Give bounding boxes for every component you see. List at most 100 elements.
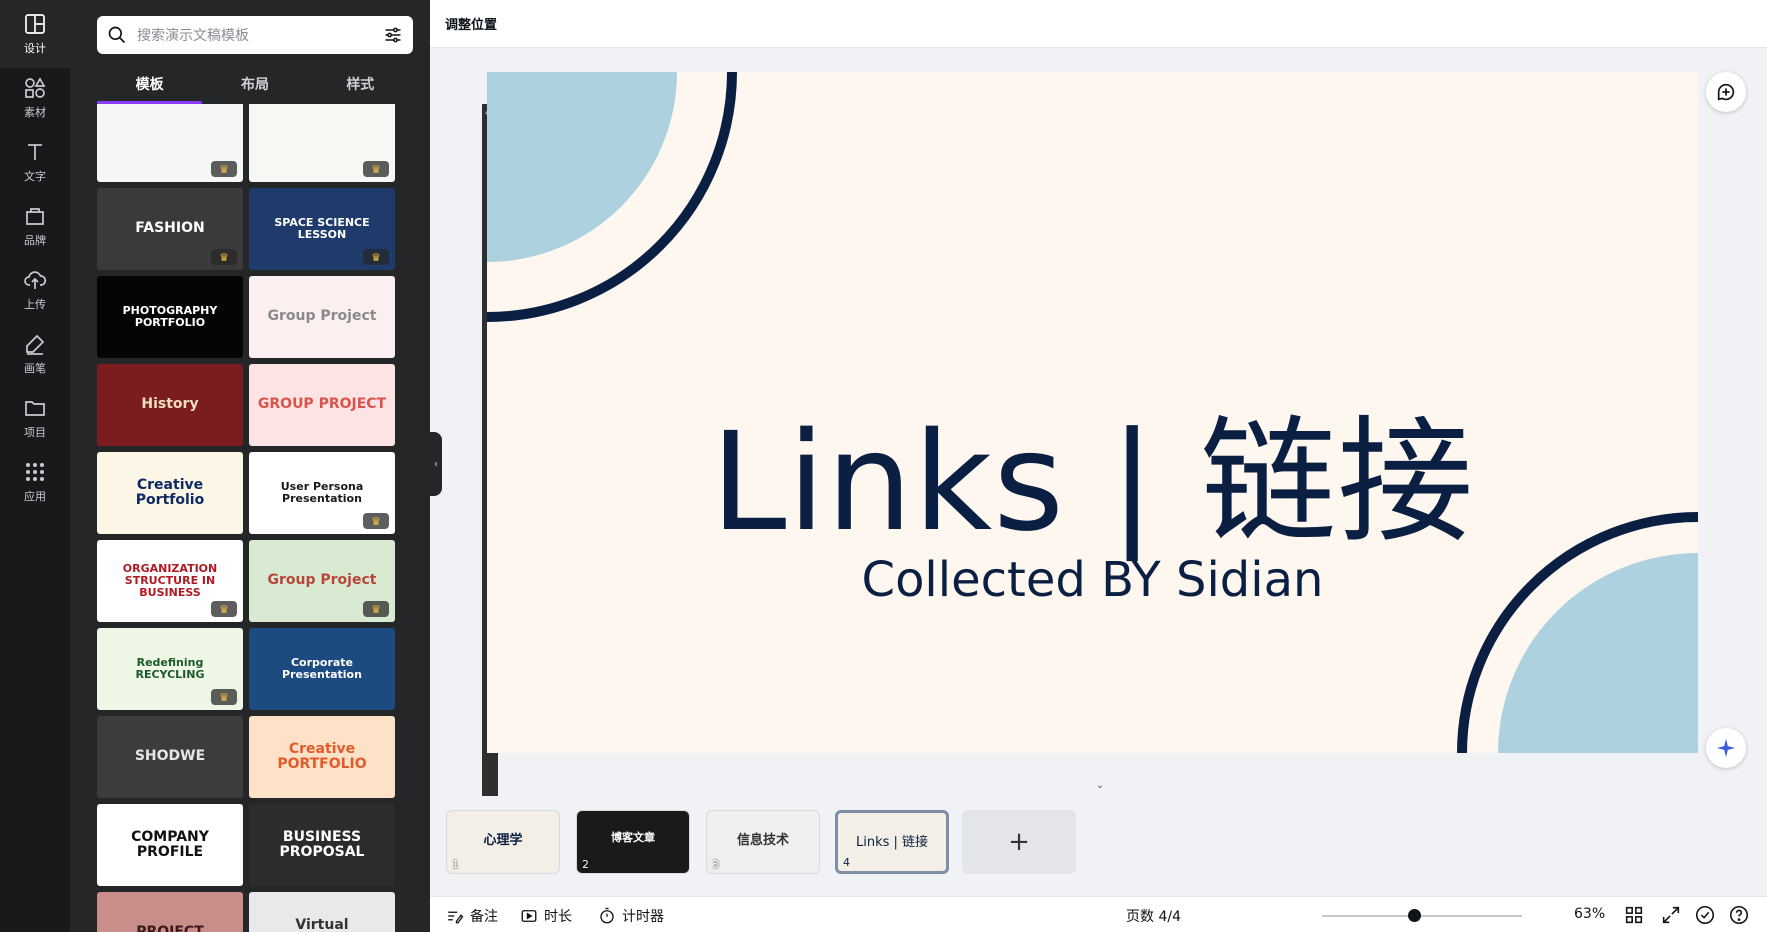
check-button[interactable] bbox=[1694, 904, 1716, 926]
slide-subtitle[interactable]: Collected BY Sidian bbox=[487, 552, 1698, 608]
check-circle-icon bbox=[1695, 905, 1715, 925]
template-title: Creative Portfolio bbox=[135, 476, 205, 508]
timer-label: 计时器 bbox=[622, 909, 664, 925]
slide-canvas[interactable]: Links | 链接 Collected BY Sidian bbox=[487, 72, 1698, 753]
template-title: ORGANIZATION STRUCTURE IN BUSINESS bbox=[122, 561, 218, 600]
adjust-position-button[interactable]: 调整位置 bbox=[445, 14, 497, 33]
template-title: Group Project bbox=[267, 572, 377, 589]
template-thumbnail[interactable]: ORGANIZATION STRUCTURE IN BUSINESS ♛ bbox=[97, 540, 243, 622]
rail-item-design[interactable]: 设计 bbox=[0, 0, 70, 68]
brand-icon bbox=[26, 208, 44, 225]
crown-icon: ♛ bbox=[211, 249, 237, 265]
template-grid: ♛ ♛ FASHION ♛ SPACE SCIENCE LESSON ♛ PHOTOGRAP… bbox=[97, 104, 405, 932]
page-thumb-active[interactable]: Links | 链接 4 bbox=[835, 810, 949, 874]
crown-icon: ♛ bbox=[211, 161, 237, 177]
notes-button[interactable]: 备注 bbox=[446, 906, 498, 926]
comment-button[interactable] bbox=[1706, 72, 1746, 112]
template-thumbnail[interactable]: History bbox=[97, 364, 243, 446]
draw-icon bbox=[26, 334, 45, 355]
text-icon bbox=[28, 144, 42, 160]
template-thumbnail[interactable]: PHOTOGRAPHY PORTFOLIO bbox=[97, 276, 243, 358]
rail-item-draw[interactable]: 画笔 bbox=[0, 320, 70, 388]
rail-item-upload[interactable]: 上传 bbox=[0, 256, 70, 324]
template-thumbnail[interactable]: User Persona Presentation ♛ bbox=[249, 452, 395, 534]
template-title: Redefining RECYCLING bbox=[135, 655, 205, 681]
fullscreen-button[interactable] bbox=[1660, 904, 1682, 926]
template-thumbnail[interactable]: ♛ bbox=[249, 104, 395, 182]
panel-tabs: 模板 布局 样式 bbox=[97, 68, 413, 104]
page-thumb-label: Links | 链接 bbox=[855, 835, 929, 850]
tab-layouts[interactable]: 布局 bbox=[202, 68, 307, 104]
page-indicator-label: 页数 4/4 bbox=[1126, 909, 1181, 925]
rail-label: 品牌 bbox=[24, 234, 46, 247]
template-thumbnail[interactable]: COMPANY PROFILE bbox=[97, 804, 243, 886]
grid-view-button[interactable] bbox=[1623, 904, 1645, 926]
apps-icon bbox=[26, 463, 44, 481]
template-title: Creative PORTFOLIO bbox=[277, 740, 367, 772]
template-title: SHODWE bbox=[134, 748, 206, 765]
search-input[interactable]: 搜索演示文稿模板 bbox=[137, 25, 383, 45]
editor-bottombar: 备注 时长 计时器 页数 4/4 63% bbox=[430, 896, 1767, 932]
crown-icon: ♛ bbox=[363, 513, 389, 529]
editor-topbar: 调整位置 bbox=[430, 0, 1767, 48]
template-thumbnail[interactable]: Group Project bbox=[249, 276, 395, 358]
template-thumbnail[interactable]: SPACE SCIENCE LESSON ♛ bbox=[249, 188, 395, 270]
zoom-slider-handle[interactable] bbox=[1408, 909, 1421, 922]
template-title: FASHION bbox=[135, 220, 205, 237]
chevron-down-icon[interactable]: ⌄ bbox=[1080, 780, 1120, 796]
template-thumbnail[interactable]: Group Project ♛ bbox=[249, 540, 395, 622]
rail-label: 应用 bbox=[24, 490, 46, 503]
decor-circle-top-left bbox=[487, 72, 677, 262]
template-thumbnail[interactable]: Redefining RECYCLING ♛ bbox=[97, 628, 243, 710]
template-thumbnail[interactable]: SHODWE bbox=[97, 716, 243, 798]
page-thumb-label: 信息技术 bbox=[736, 833, 789, 848]
duration-button[interactable]: 时长 bbox=[520, 906, 572, 926]
add-page-button[interactable]: + bbox=[962, 810, 1076, 874]
upload-icon bbox=[24, 271, 47, 289]
page-thumb[interactable]: 信息技术 3 bbox=[706, 810, 820, 874]
rail-label: 设计 bbox=[24, 42, 46, 55]
template-thumbnail[interactable]: PROJECT bbox=[97, 892, 243, 932]
zoom-slider[interactable] bbox=[1322, 915, 1522, 917]
page-indicator: 页数 4/4 bbox=[1126, 906, 1181, 926]
add-comment-icon bbox=[1717, 83, 1735, 101]
collapse-panel-button[interactable]: ‹ bbox=[430, 432, 442, 496]
template-title: History bbox=[141, 396, 199, 413]
template-thumbnail[interactable]: Creative PORTFOLIO bbox=[249, 716, 395, 798]
template-thumbnail[interactable]: Creative Portfolio bbox=[97, 452, 243, 534]
chevron-left-icon: ‹ bbox=[434, 458, 438, 470]
page-thumb[interactable]: 心理学 1 bbox=[446, 810, 560, 874]
rail-item-apps[interactable]: 应用 bbox=[0, 448, 70, 516]
template-thumbnail[interactable]: Virtual Technology bbox=[249, 892, 395, 932]
rail-item-elements[interactable]: 素材 bbox=[0, 64, 70, 132]
rail-item-text[interactable]: 文字 bbox=[0, 128, 70, 196]
zoom-percent-button[interactable]: 63% bbox=[1574, 906, 1605, 922]
search-icon bbox=[108, 26, 126, 44]
crown-icon: ♛ bbox=[211, 689, 237, 705]
zoom-level: 63% bbox=[1574, 906, 1606, 922]
template-panel: 搜索演示文稿模板 模板 布局 样式 ♛ ♛ FASHION ♛ SPACE SCIENC… bbox=[70, 0, 498, 932]
template-thumbnail[interactable]: BUSINESS PROPOSAL bbox=[249, 804, 395, 886]
template-thumbnail[interactable]: ♛ bbox=[97, 104, 243, 182]
slide-title[interactable]: Links | 链接 bbox=[487, 372, 1698, 569]
template-thumbnail[interactable]: FASHION ♛ bbox=[97, 188, 243, 270]
template-title: COMPANY PROFILE bbox=[131, 828, 209, 860]
page-strip: 心理学 1 博客文章 2 信息技术 3 Links | 链接 4 + bbox=[430, 796, 1767, 896]
crown-icon: ♛ bbox=[363, 601, 389, 617]
help-icon bbox=[1729, 905, 1749, 925]
magic-assistant-button[interactable] bbox=[1706, 728, 1746, 768]
timer-button[interactable]: 计时器 bbox=[598, 906, 664, 926]
template-thumbnail[interactable]: Corporate Presentation bbox=[249, 628, 395, 710]
crown-icon: ♛ bbox=[363, 161, 389, 177]
search-box[interactable]: 搜索演示文稿模板 bbox=[97, 16, 413, 54]
tab-templates[interactable]: 模板 bbox=[97, 68, 203, 104]
help-button[interactable] bbox=[1728, 904, 1750, 926]
tab-styles[interactable]: 样式 bbox=[308, 68, 413, 104]
filter-icon[interactable] bbox=[383, 25, 403, 45]
sparkle-icon bbox=[1716, 738, 1736, 758]
page-thumb[interactable]: 博客文章 2 bbox=[576, 810, 690, 874]
template-thumbnail[interactable]: GROUP PROJECT bbox=[249, 364, 395, 446]
rail-item-projects[interactable]: 项目 bbox=[0, 384, 70, 452]
rail-item-brand[interactable]: 品牌 bbox=[0, 192, 70, 260]
rail-label: 上传 bbox=[24, 298, 46, 311]
